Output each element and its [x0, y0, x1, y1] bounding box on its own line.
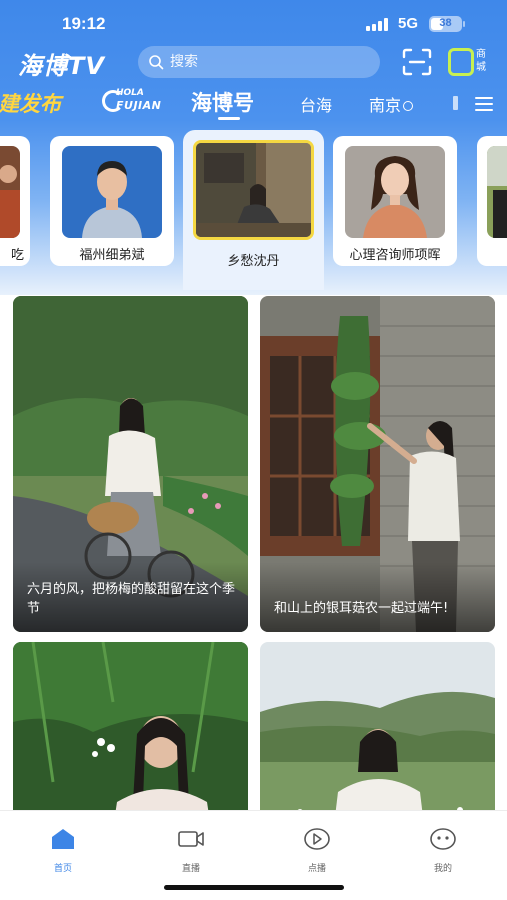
signal-icon — [366, 18, 390, 31]
video-tile[interactable] — [260, 642, 495, 810]
status-time: 19:12 — [62, 14, 106, 33]
home-icon — [52, 829, 74, 849]
battery-tip — [463, 21, 465, 27]
video-feed: 六月的风，把杨梅的酸甜留在这个季节 和山上的银耳菇农一起过端午! — [0, 295, 507, 810]
video-tile[interactable]: 六月的风，把杨梅的酸甜留在这个季节 — [13, 296, 248, 632]
creator-name: 福州细弟斌 — [79, 248, 145, 263]
nav-vod[interactable]: 点播 — [287, 827, 347, 874]
creator-avatar — [0, 146, 20, 238]
creator-card[interactable]: 心理咨询师项晖 — [333, 136, 457, 266]
tab-nanjing[interactable]: 南京 — [369, 92, 414, 116]
video-caption: 六月的风，把杨梅的酸甜留在这个季节 — [27, 582, 236, 616]
search-icon — [149, 55, 164, 70]
tab-jianfabu[interactable]: 建发布 — [0, 88, 61, 118]
battery-level: 38 — [439, 17, 452, 29]
video-tile[interactable]: 和山上的银耳菇农一起过端午! — [260, 296, 495, 632]
home-indicator[interactable] — [164, 885, 344, 890]
creator-card-active[interactable]: 乡愁沈丹 — [183, 130, 324, 290]
creator-avatar — [487, 146, 507, 238]
play-icon — [304, 828, 330, 850]
search-input[interactable] — [170, 52, 360, 72]
battery-icon: 38 — [429, 16, 462, 32]
creator-avatar — [345, 146, 445, 238]
nav-home-label: 首页 — [53, 864, 72, 874]
network-type: 5G — [398, 15, 419, 32]
caption-shade — [260, 562, 495, 632]
status-bar: 19:12 5G 38 — [0, 0, 507, 44]
nav-live[interactable]: 直播 — [161, 827, 221, 874]
nav-mine[interactable]: 我的 — [413, 827, 473, 874]
creator-avatar — [193, 140, 314, 240]
mall-icon — [448, 48, 474, 76]
nav-mine-label: 我的 — [433, 864, 452, 874]
nav-live-label: 直播 — [181, 864, 200, 874]
scan-icon[interactable] — [402, 48, 432, 76]
tab-haibohao[interactable]: 海博号 — [191, 87, 254, 117]
creator-card[interactable]: 吃 — [0, 136, 30, 266]
active-tab-indicator — [218, 117, 240, 120]
video-caption: 和山上的银耳菇农一起过端午! — [274, 601, 449, 616]
mall-label: 商城 — [476, 49, 486, 73]
channel-menu-icon[interactable] — [475, 97, 493, 111]
video-thumbnail — [13, 642, 248, 810]
creator-carousel: 吃 福州细弟斌 乡愁沈丹 心理咨询师项晖 — [0, 130, 507, 290]
creator-card[interactable]: 福州细弟斌 — [50, 136, 174, 266]
location-icon — [403, 101, 414, 111]
creator-name: 心理咨询师项晖 — [349, 248, 441, 263]
video-thumbnail — [260, 642, 495, 810]
nav-home[interactable]: 首页 — [33, 827, 93, 874]
creator-name: 乡愁沈丹 — [227, 254, 280, 269]
creator-card[interactable] — [477, 136, 507, 266]
app-logo: 海博TV — [18, 52, 105, 80]
next-tab-edge — [453, 96, 458, 110]
mall-button[interactable]: 商城 — [448, 46, 494, 78]
search-bar[interactable] — [138, 46, 380, 78]
creator-name: 吃 — [10, 248, 24, 263]
video-tile[interactable] — [13, 642, 248, 810]
tab-taihai[interactable]: 台海 — [300, 92, 332, 116]
profile-icon — [430, 828, 456, 850]
live-camera-icon — [178, 831, 204, 847]
nav-vod-label: 点播 — [307, 864, 326, 874]
channel-tabs: 建发布 HOLA FUJIAN 海博号 台海 南京 — [0, 86, 507, 122]
creator-avatar — [62, 146, 162, 238]
tab-hola-fujian[interactable]: HOLA FUJIAN — [102, 88, 164, 114]
